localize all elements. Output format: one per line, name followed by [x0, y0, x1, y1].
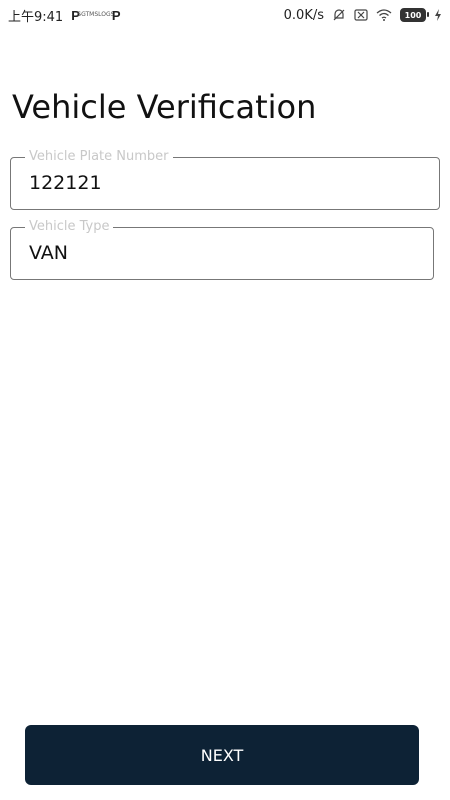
- vehicle-plate-number-label: Vehicle Plate Number: [25, 149, 173, 164]
- status-bar-left: 上午9:41 P SGTMS LOGS P: [0, 6, 121, 25]
- next-button[interactable]: NEXT: [25, 725, 419, 785]
- status-bar: 上午9:41 P SGTMS LOGS P 0.0K/s 100: [0, 0, 450, 30]
- wifi-icon: [376, 9, 392, 21]
- status-bar-right: 0.0K/s 100: [284, 8, 450, 23]
- status-time: 上午9:41: [8, 9, 64, 25]
- page-title: Vehicle Verification: [12, 88, 317, 126]
- vehicle-type-value[interactable]: VAN: [29, 242, 68, 264]
- sim-blocked-icon: [354, 9, 368, 21]
- network-speed: 0.0K/s: [283, 7, 324, 23]
- vehicle-plate-number-value[interactable]: 122121: [29, 172, 102, 194]
- parking-app-icon-2: P: [111, 7, 121, 23]
- charging-icon: [434, 9, 442, 21]
- vehicle-type-label: Vehicle Type: [25, 219, 114, 234]
- vehicle-plate-number-field[interactable]: Vehicle Plate Number 122121: [10, 149, 440, 210]
- logs-app-icon: SGTMS LOGS: [77, 11, 115, 18]
- vehicle-type-field[interactable]: Vehicle Type VAN: [10, 219, 434, 280]
- notification-muted-icon: [332, 8, 346, 22]
- battery-icon: 100: [400, 8, 429, 22]
